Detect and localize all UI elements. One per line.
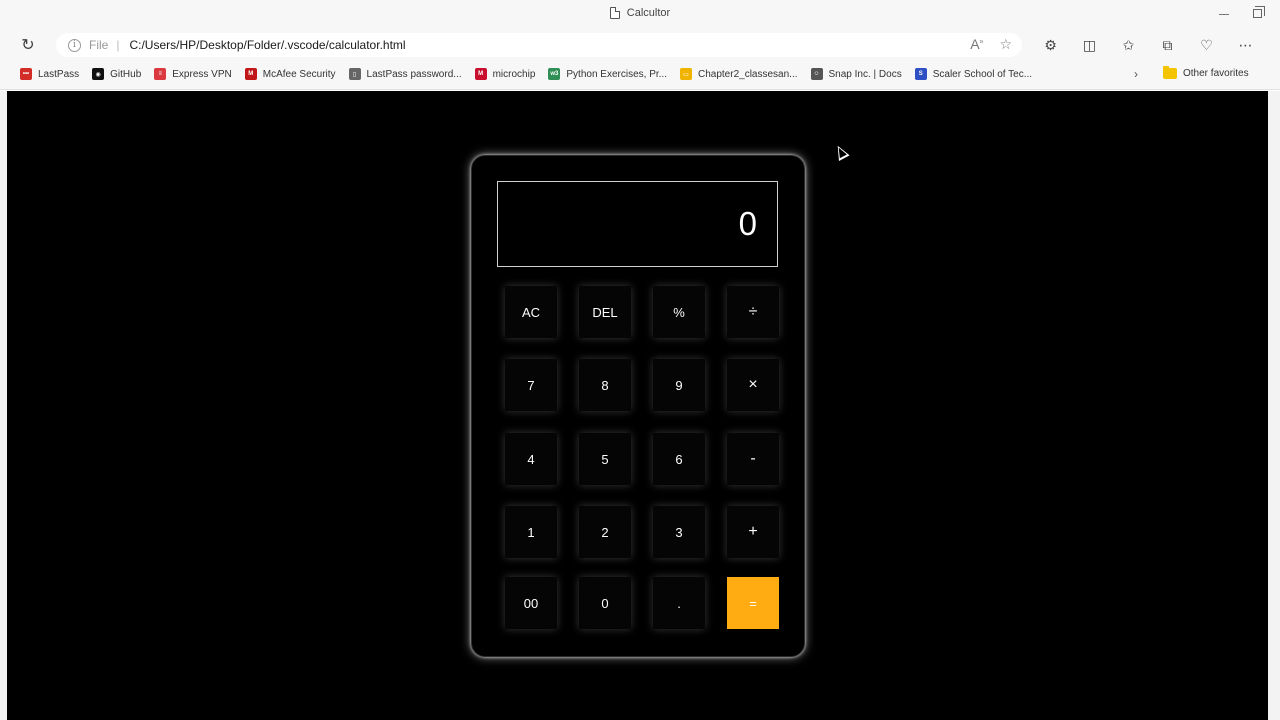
- key-ac-button[interactable]: AC: [505, 286, 557, 338]
- w3-icon: w3: [548, 68, 561, 80]
- other-favorites-label: Other favorites: [1183, 68, 1249, 79]
- key-2-button[interactable]: 2: [579, 506, 631, 558]
- page-icon: [609, 7, 620, 19]
- favorites-icon[interactable]: ✩: [1120, 37, 1137, 53]
- key-1-button[interactable]: 1: [505, 506, 557, 558]
- page-icon: ▯: [348, 68, 361, 80]
- key-minus-button[interactable]: -: [727, 433, 779, 485]
- snap-ghost-icon: ☺: [810, 68, 823, 80]
- favorite-star-icon[interactable]: ☆: [999, 36, 1012, 53]
- scaler-icon: S: [914, 68, 927, 80]
- key-del-button[interactable]: DEL: [579, 286, 631, 338]
- key-0-button[interactable]: 0: [579, 577, 631, 629]
- window-right-border: [1268, 91, 1280, 720]
- favorites-bar: ••• LastPass ◉ GitHub ≡ Express VPN M McAfee Se…: [0, 60, 1280, 90]
- navigation-bar: ↻ i File | C:/Users/HP/Desktop/Folder/.v…: [0, 30, 1280, 88]
- split-screen-icon[interactable]: ◫: [1081, 37, 1098, 53]
- favorite-label: LastPass password...: [366, 68, 462, 80]
- toolbar: ⚙ ◫ ✩ ⧉ ♡ ⋯: [1042, 37, 1254, 53]
- extensions-icon[interactable]: ⚙: [1042, 37, 1059, 53]
- address-actions: A» ☆: [970, 36, 1012, 53]
- favorite-item[interactable]: M McAfee Security: [244, 68, 336, 80]
- other-favorites-button[interactable]: Other favorites: [1163, 66, 1249, 79]
- favorite-item[interactable]: S Scaler School of Tec...: [914, 68, 1033, 80]
- minimize-button[interactable]: [1219, 14, 1229, 15]
- favorite-label: Chapter2_classesan...: [698, 68, 798, 80]
- restore-button[interactable]: [1253, 6, 1265, 18]
- favorite-label: Scaler School of Tec...: [932, 68, 1033, 80]
- mcafee-icon: M: [244, 68, 257, 80]
- page-viewport: 0 AC DEL% ÷ 7 8 9 × 4 5 6-1 2 3 +00 0. =: [7, 91, 1268, 720]
- address-separator: |: [116, 38, 120, 52]
- calculator-display: 0: [497, 181, 778, 267]
- expressvpn-icon: ≡: [154, 68, 167, 80]
- title-bar: Calcultor: [0, 0, 1280, 30]
- key-9-button[interactable]: 9: [653, 359, 705, 411]
- chevron-right-icon[interactable]: ›: [1134, 67, 1138, 81]
- microchip-icon: M: [474, 68, 487, 80]
- favorite-label: GitHub: [110, 68, 142, 80]
- favorite-item[interactable]: ▯ LastPass password...: [348, 68, 462, 80]
- favorite-item[interactable]: Mmicrochip: [474, 68, 536, 80]
- scheme-label: File: [89, 38, 109, 52]
- key-3-button[interactable]: 3: [653, 506, 705, 558]
- favorite-item[interactable]: ≡ Express VPN: [154, 68, 232, 80]
- favorite-label: McAfee Security: [262, 68, 336, 80]
- window-title-group: Calcultor: [0, 7, 1280, 19]
- browser-essentials-icon[interactable]: ♡: [1198, 37, 1215, 53]
- favorite-label: Python Exercises, Pr...: [566, 68, 667, 80]
- window-title: Calcultor: [626, 7, 671, 19]
- favorite-label: LastPass: [38, 68, 80, 80]
- collections-icon[interactable]: ⧉: [1159, 37, 1176, 53]
- key-decimal-button[interactable]: .: [653, 577, 705, 629]
- window-left-border: [0, 91, 7, 720]
- key-divide-button[interactable]: ÷: [727, 286, 779, 338]
- folder-icon: [1163, 66, 1177, 79]
- key-percent-button[interactable]: %: [653, 286, 705, 338]
- favorite-label: microchip: [492, 68, 536, 80]
- refresh-icon[interactable]: ↻: [18, 36, 38, 54]
- key-4-button[interactable]: 4: [505, 433, 557, 485]
- key-multiply-button[interactable]: ×: [727, 359, 779, 411]
- window-controls: [1219, 6, 1265, 18]
- key-7-button[interactable]: 7: [505, 359, 557, 411]
- key-8-button[interactable]: 8: [579, 359, 631, 411]
- favorite-item[interactable]: ▭ Chapter2_classesan...: [680, 68, 798, 80]
- folder-doc-icon: ▭: [680, 68, 692, 80]
- favorite-label: Express VPN: [172, 68, 232, 80]
- favorite-item[interactable]: ◉ GitHub: [92, 68, 141, 80]
- key-6-button[interactable]: 6: [653, 433, 705, 485]
- read-aloud-icon[interactable]: A»: [970, 36, 983, 53]
- favorite-item[interactable]: ••• LastPass: [20, 68, 79, 80]
- address-bar[interactable]: i File | C:/Users/HP/Desktop/Folder/.vsc…: [56, 33, 1022, 57]
- favorite-item[interactable]: w3 Python Exercises, Pr...: [548, 68, 667, 80]
- github-icon: ◉: [92, 68, 105, 80]
- info-icon[interactable]: i: [68, 38, 81, 52]
- key-5-button[interactable]: 5: [579, 433, 631, 485]
- favorite-item[interactable]: ☺ Snap Inc. | Docs: [810, 68, 902, 80]
- key-double-zero-button[interactable]: 00: [505, 577, 557, 629]
- more-menu-icon[interactable]: ⋯: [1237, 37, 1254, 53]
- key-plus-button[interactable]: +: [727, 506, 779, 558]
- calculator: 0 AC DEL% ÷ 7 8 9 × 4 5 6-1 2 3 +00 0. =: [471, 155, 805, 657]
- url-text[interactable]: C:/Users/HP/Desktop/Folder/.vscode/calcu…: [129, 38, 405, 52]
- favorite-label: Snap Inc. | Docs: [828, 68, 902, 80]
- key-equals-button[interactable]: =: [727, 577, 779, 629]
- favorites-list: ••• LastPass ◉ GitHub ≡ Express VPN M McAfee Se…: [20, 68, 1032, 80]
- lastpass-icon: •••: [20, 68, 32, 80]
